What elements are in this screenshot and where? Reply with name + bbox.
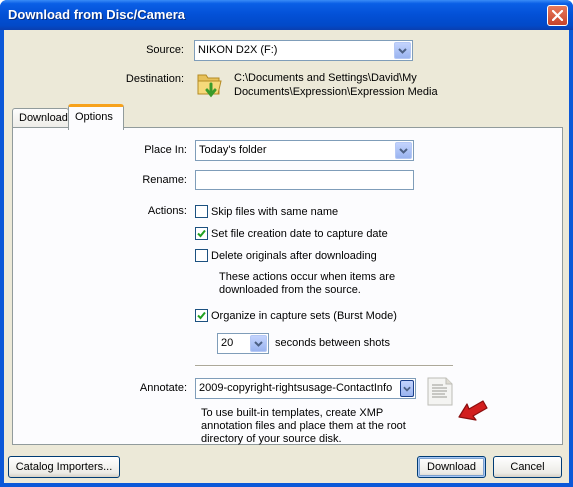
burst-mode-checkbox[interactable]	[195, 309, 208, 322]
seconds-dropdown-arrow[interactable]	[250, 335, 267, 352]
annotate-dropdown[interactable]: 2009-copyright-rightsusage-ContactInfo	[195, 378, 416, 399]
chevron-down-icon	[403, 386, 411, 392]
tab-options[interactable]: Options	[68, 104, 124, 130]
options-panel: Place In: Today's folder Rename: Actions…	[12, 127, 563, 445]
checkmark-icon	[197, 229, 206, 238]
chevron-down-icon	[399, 147, 408, 154]
folder-icon[interactable]	[197, 70, 225, 100]
close-icon	[552, 10, 563, 21]
delete-originals-checkbox[interactable]	[195, 249, 208, 262]
actions-label: Actions:	[147, 205, 187, 217]
dialog-window: Download from Disc/Camera Source: NIKON …	[0, 0, 573, 487]
place-in-dropdown-arrow[interactable]	[395, 142, 412, 159]
annotate-dropdown-arrow[interactable]	[400, 380, 414, 397]
annotate-value: 2009-copyright-rightsusage-ContactInfo	[199, 382, 393, 394]
annotate-help-line3: directory of your source disk.	[201, 433, 342, 445]
burst-mode-label[interactable]: Organize in capture sets (Burst Mode)	[211, 310, 397, 322]
pointer-arrow-icon	[457, 397, 489, 423]
chevron-down-icon	[398, 47, 407, 54]
window-title: Download from Disc/Camera	[8, 7, 185, 22]
seconds-dropdown[interactable]: 20	[217, 333, 269, 354]
place-in-dropdown[interactable]: Today's folder	[195, 140, 414, 161]
tab-download-label: Download	[19, 112, 68, 124]
annotate-help-line2: annotation files and place them at the r…	[201, 420, 406, 432]
destination-path-line1: C:\Documents and Settings\David\My	[234, 72, 417, 84]
tab-download[interactable]: Download	[12, 108, 69, 129]
rename-label: Rename:	[142, 174, 187, 186]
chevron-down-icon	[254, 340, 263, 347]
source-dropdown[interactable]: NIKON D2X (F:)	[194, 40, 413, 61]
title-bar[interactable]: Download from Disc/Camera	[0, 0, 573, 30]
document-icon[interactable]	[425, 376, 455, 408]
set-creation-date-checkbox[interactable]	[195, 227, 208, 240]
tab-options-label: Options	[75, 111, 113, 123]
destination-label: Destination:	[125, 73, 184, 85]
actions-note-line2: downloaded from the source.	[219, 284, 361, 296]
annotate-help-line1: To use built-in templates, create XMP	[201, 407, 384, 419]
rename-input[interactable]	[195, 170, 414, 190]
skip-files-label[interactable]: Skip files with same name	[211, 206, 338, 218]
cancel-button[interactable]: Cancel	[493, 456, 562, 478]
delete-originals-label[interactable]: Delete originals after downloading	[211, 250, 377, 262]
place-in-label: Place In:	[144, 144, 187, 156]
place-in-value: Today's folder	[199, 144, 267, 156]
source-value: NIKON D2X (F:)	[198, 44, 278, 56]
source-label: Source:	[146, 44, 184, 56]
dialog-body: Source: NIKON D2X (F:) Destination: C:\D…	[4, 30, 569, 483]
set-creation-date-label[interactable]: Set file creation date to capture date	[211, 228, 388, 240]
catalog-importers-label: Catalog Importers...	[15, 461, 113, 473]
source-dropdown-arrow[interactable]	[394, 42, 411, 59]
checkmark-icon	[197, 311, 206, 320]
download-button-label: Download	[427, 461, 476, 473]
actions-note-line1: These actions occur when items are	[219, 271, 396, 283]
annotate-label: Annotate:	[139, 382, 187, 394]
cancel-button-label: Cancel	[510, 461, 545, 473]
seconds-value: 20	[221, 337, 234, 349]
download-button[interactable]: Download	[417, 456, 486, 478]
close-button[interactable]	[547, 5, 568, 26]
separator	[195, 365, 453, 367]
skip-files-checkbox[interactable]	[195, 205, 208, 218]
seconds-suffix: seconds between shots	[275, 337, 390, 349]
destination-path-line2: Documents\Expression\Expression Media	[234, 86, 438, 98]
catalog-importers-button[interactable]: Catalog Importers...	[8, 456, 120, 478]
